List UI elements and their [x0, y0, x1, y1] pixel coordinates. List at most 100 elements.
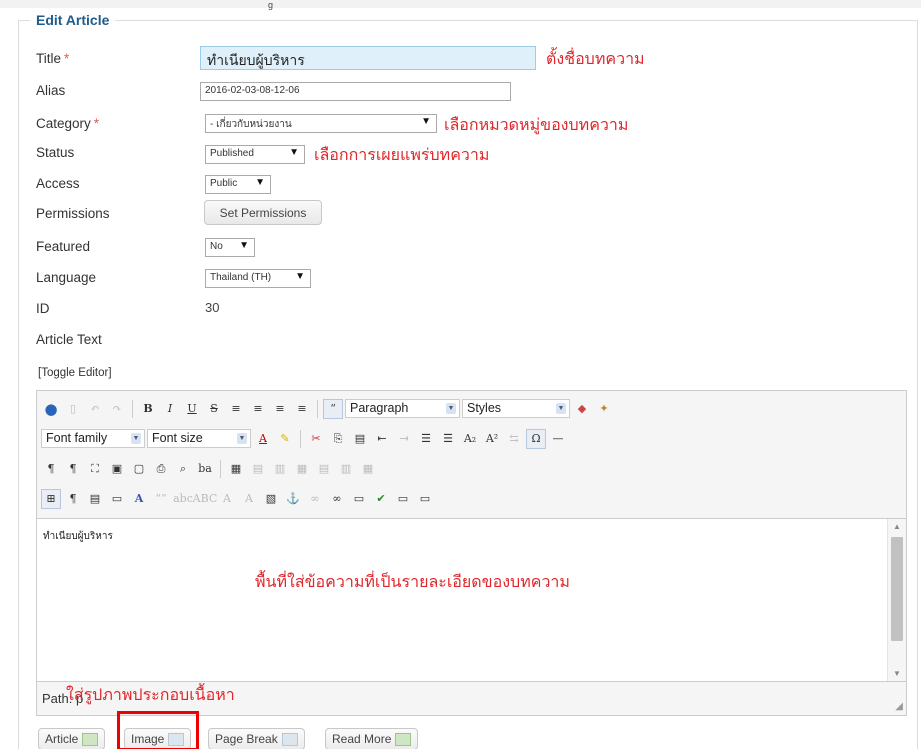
font-size-value: Font size: [152, 431, 203, 445]
special-character-icon[interactable]: Ω: [526, 428, 546, 449]
insert-box-icon[interactable]: ▭: [415, 489, 435, 509]
fullscreen-icon[interactable]: ⛶: [85, 459, 105, 479]
outdent-icon[interactable]: ⇤: [372, 429, 392, 449]
chevron-down-icon: ▼: [421, 116, 431, 127]
blockquote-icon[interactable]: “: [323, 398, 343, 419]
align-justify-icon[interactable]: ≡: [292, 399, 312, 419]
unlink-icon[interactable]: ∞: [305, 489, 325, 509]
font-size-select[interactable]: Font size ▼: [147, 429, 251, 448]
align-left-icon[interactable]: ≡: [226, 399, 246, 419]
chevron-down-icon: ▼: [237, 433, 247, 444]
italic-icon[interactable]: I: [160, 399, 180, 419]
numbered-list-icon[interactable]: ☰: [416, 429, 436, 449]
format-select[interactable]: Paragraph ▼: [345, 399, 460, 418]
print-icon[interactable]: ⎙: [151, 459, 171, 479]
paragraph-left-icon[interactable]: ¶: [41, 459, 61, 479]
chevron-down-icon: ▼: [446, 403, 456, 414]
required-mark: *: [64, 51, 70, 66]
top-mark: g: [268, 0, 274, 10]
resize-grip-icon[interactable]: ◢: [895, 701, 903, 712]
editor-scrollbar[interactable]: ▲ ▼: [887, 519, 906, 681]
bullet-list-icon[interactable]: ☰: [438, 429, 458, 449]
toolbar-separator: [132, 399, 133, 418]
image-insert-icon[interactable]: ▭: [349, 489, 369, 509]
preview-icon[interactable]: ▣: [107, 459, 127, 479]
styles-select[interactable]: Styles ▼: [462, 399, 570, 418]
highlight-color-icon[interactable]: ✎: [275, 429, 295, 449]
access-select[interactable]: Public ▼: [205, 175, 271, 194]
category-label: Category *: [36, 116, 100, 131]
page-break-button[interactable]: Page Break: [208, 728, 305, 749]
editor-toolbars: ● ▯ ↶ ↷ B I U S ≡ ≡ ≡ ≡ “ Paragraph ▼ Sty…: [37, 391, 906, 519]
alias-input[interactable]: 2016-02-03-08-12-06: [200, 82, 511, 101]
cleanup-brush-icon[interactable]: ✦: [594, 399, 614, 419]
show-blocks-icon[interactable]: ¶: [63, 489, 83, 509]
template-icon[interactable]: ▤: [85, 489, 105, 509]
paragraph-right-icon[interactable]: ¶: [63, 459, 83, 479]
underline-icon[interactable]: U: [182, 399, 202, 419]
table-merge-icon[interactable]: ▤: [314, 459, 334, 479]
font-family-select[interactable]: Font family ▼: [41, 429, 145, 448]
visual-aid-icon[interactable]: ⊞: [41, 488, 61, 509]
chevron-down-icon: ▼: [556, 403, 566, 414]
table-cell-icon[interactable]: ▦: [292, 459, 312, 479]
attributes-icon[interactable]: ▧: [261, 489, 281, 509]
code-icon[interactable]: ▢: [129, 459, 149, 479]
category-select[interactable]: - เกี่ยวกับหน่วยงาน ▼: [205, 114, 437, 133]
strikethrough-icon[interactable]: S: [204, 399, 224, 419]
layer-icon[interactable]: ▭: [107, 489, 127, 509]
scroll-down-icon[interactable]: ▼: [893, 669, 901, 678]
font-family-value: Font family: [46, 431, 108, 445]
horizontal-rule-icon[interactable]: —: [548, 429, 568, 449]
bold-icon[interactable]: B: [138, 399, 158, 419]
table-delete-icon[interactable]: ▦: [358, 459, 378, 479]
acronym-icon[interactable]: ABC: [193, 489, 218, 509]
copy-icon[interactable]: ⎘: [328, 429, 348, 449]
align-center-icon[interactable]: ≡: [248, 399, 268, 419]
redo-icon[interactable]: ↷: [107, 399, 127, 419]
status-select[interactable]: Published ▼: [205, 145, 305, 164]
anchor-icon[interactable]: ⚓: [283, 489, 303, 509]
table-row-icon[interactable]: ▤: [248, 459, 268, 479]
paste-icon[interactable]: ▤: [350, 429, 370, 449]
article-button[interactable]: Article: [38, 728, 106, 749]
abbreviation-icon[interactable]: abc: [173, 489, 193, 509]
toolbar-separator: [317, 399, 318, 418]
find-icon[interactable]: ⌕: [173, 459, 193, 479]
language-select[interactable]: Thailand (TH) ▼: [205, 269, 311, 288]
link-icon[interactable]: ∞: [327, 489, 347, 509]
chevron-down-icon: ▼: [239, 240, 249, 251]
text-color-icon[interactable]: A: [253, 429, 273, 449]
editor-content-area[interactable]: ทำเนียบผู้บริหาร: [37, 519, 887, 681]
image-button-highlight: [117, 711, 199, 749]
subscript-icon[interactable]: A₂: [460, 429, 480, 449]
scroll-thumb[interactable]: [891, 537, 903, 641]
undo-icon[interactable]: ↶: [85, 399, 105, 419]
insert-table-icon[interactable]: ▦: [226, 459, 246, 479]
spellcheck-icon[interactable]: ✔: [371, 489, 391, 509]
indent-icon[interactable]: ⇥: [394, 429, 414, 449]
insertion-icon[interactable]: A: [239, 489, 259, 509]
table-split-icon[interactable]: ▥: [336, 459, 356, 479]
styles-props-icon[interactable]: A: [129, 489, 149, 509]
fieldset-legend: Edit Article: [30, 12, 116, 28]
align-right-icon[interactable]: ≡: [270, 399, 290, 419]
deletion-icon[interactable]: A: [217, 489, 237, 509]
table-col-icon[interactable]: ▥: [270, 459, 290, 479]
eraser-icon[interactable]: ◆: [572, 399, 592, 419]
superscript-icon[interactable]: A²: [482, 429, 502, 449]
featured-select[interactable]: No ▼: [205, 238, 255, 257]
insert-row-icon[interactable]: ▭: [393, 489, 413, 509]
new-document-icon[interactable]: ▯: [63, 399, 83, 419]
scroll-up-icon[interactable]: ▲: [893, 522, 901, 531]
text-direction-icon[interactable]: ⇆: [504, 429, 524, 449]
toggle-editor-link[interactable]: [Toggle Editor]: [38, 367, 112, 379]
read-more-button[interactable]: Read More: [325, 728, 419, 749]
title-input[interactable]: ทำเนียบผู้บริหาร: [200, 46, 536, 70]
status-label: Status: [36, 145, 75, 160]
set-permissions-button[interactable]: Set Permissions: [204, 200, 322, 225]
replace-icon[interactable]: ba: [195, 459, 215, 479]
cut-icon[interactable]: ✂: [306, 429, 326, 449]
citation-icon[interactable]: “”: [151, 489, 171, 509]
help-icon[interactable]: ●: [41, 399, 61, 419]
